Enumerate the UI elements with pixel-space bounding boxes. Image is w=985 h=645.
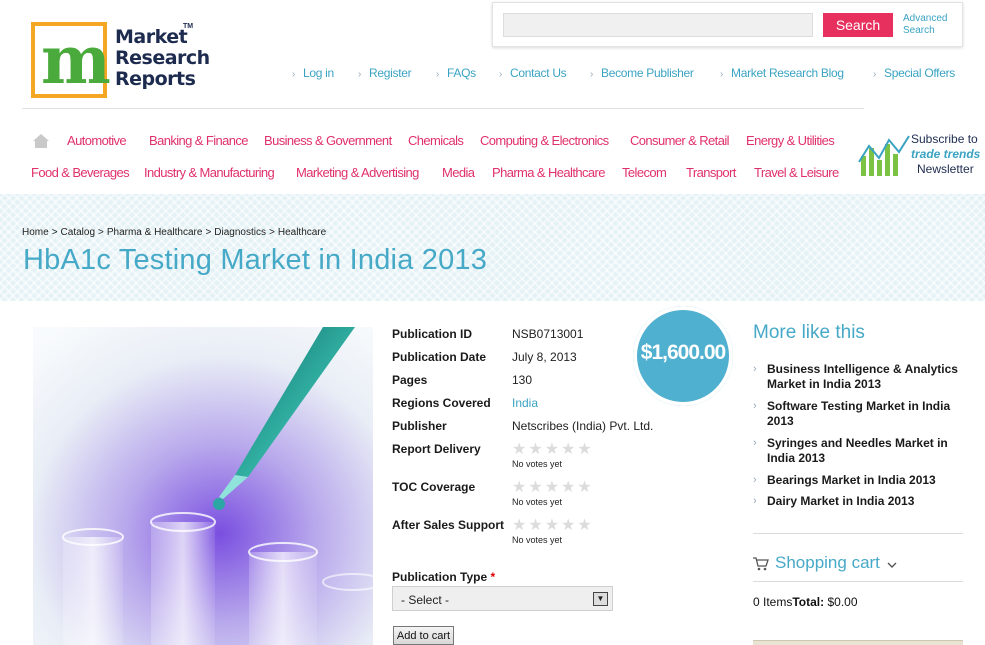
publication-type-selected: - Select - [401, 593, 450, 607]
after-sales-rating-stars[interactable]: ★★★★★ [512, 518, 594, 534]
category-food-beverages[interactable]: Food & Beverages [31, 165, 130, 180]
newsletter-line3: Newsletter [917, 162, 974, 176]
category-automotive[interactable]: Automotive [67, 133, 127, 148]
related-report-link[interactable]: Business Intelligence & Analytics Market… [753, 362, 958, 392]
category-energy-utilities[interactable]: Energy & Utilities [746, 133, 835, 148]
page-title: HbA1c Testing Market in India 2013 [23, 244, 488, 276]
category-industry-manufacturing[interactable]: Industry & Manufacturing [144, 165, 275, 180]
newsletter-line1: Subscribe to [911, 132, 978, 146]
publication-type-label: Publication Type * [392, 570, 496, 584]
required-marker: * [490, 570, 496, 584]
login-link[interactable]: Log in [292, 66, 334, 80]
category-travel-leisure[interactable]: Travel & Leisure [754, 165, 839, 180]
regions-label: Regions Covered [392, 396, 491, 410]
regions-link[interactable]: India [512, 396, 538, 410]
logo-wordmark: Market Research Reports [115, 26, 210, 90]
cart-total-value: $0.00 [827, 595, 858, 609]
sidebar-divider [753, 533, 963, 534]
cart-total-label: Total: [792, 595, 825, 609]
after-sales-votes: No votes yet [512, 535, 563, 545]
category-business-government[interactable]: Business & Government [264, 133, 392, 148]
newsletter-line2: trade trends [911, 147, 981, 161]
home-icon[interactable] [32, 133, 50, 149]
publication-date-value: July 8, 2013 [512, 350, 577, 364]
publication-type-select[interactable]: - Select - ▼ [392, 586, 613, 611]
related-report-link[interactable]: Dairy Market in India 2013 [753, 494, 958, 509]
cart-summary: 0 ItemsTotal: $0.00 [753, 595, 858, 609]
category-pharma-healthcare[interactable]: Pharma & Healthcare [492, 165, 605, 180]
category-consumer-retail[interactable]: Consumer & Retail [630, 133, 730, 148]
dropdown-arrow-icon[interactable]: ▼ [593, 592, 608, 606]
cart-footer-strip [753, 640, 963, 645]
register-link[interactable]: Register [358, 66, 412, 80]
more-like-this-title: More like this [753, 322, 865, 343]
advanced-search-link[interactable]: Advanced Search [903, 13, 963, 37]
category-marketing-advertising[interactable]: Marketing & Advertising [296, 165, 419, 180]
toc-coverage-votes: No votes yet [512, 497, 563, 507]
related-report-link[interactable]: Software Testing Market in India 2013 [753, 399, 958, 429]
publication-date-label: Publication Date [392, 350, 487, 364]
breadcrumb-diagnostics[interactable]: Diagnostics [214, 227, 266, 238]
pages-value: 130 [512, 373, 533, 387]
publication-id-label: Publication ID [392, 327, 473, 341]
category-computing-electronics[interactable]: Computing & Electronics [480, 133, 609, 148]
pages-label: Pages [392, 373, 428, 387]
breadcrumb-home[interactable]: Home [22, 227, 49, 238]
breadcrumb-pharma-healthcare[interactable]: Pharma & Healthcare [107, 227, 203, 238]
category-chemicals[interactable]: Chemicals [408, 133, 464, 148]
price-value: $1,600.00 [640, 341, 726, 364]
report-delivery-votes: No votes yet [512, 459, 563, 469]
publisher-label: Publisher [392, 419, 447, 433]
category-banking-finance[interactable]: Banking & Finance [149, 133, 249, 148]
report-delivery-rating-stars[interactable]: ★★★★★ [512, 442, 594, 458]
breadcrumb-catalog[interactable]: Catalog [61, 227, 95, 238]
price-badge: $1,600.00 [633, 306, 733, 406]
cart-item-count: 0 Items [753, 595, 793, 609]
breadcrumb: Home > Catalog > Pharma & Healthcare > Diagnos… [22, 227, 327, 238]
publication-id-value: NSB0713001 [512, 327, 584, 341]
logo-trademark: TM [183, 23, 194, 30]
shopping-cart-title[interactable]: Shopping cart [775, 553, 880, 573]
search-input[interactable] [503, 13, 813, 37]
sidebar-divider [753, 581, 963, 582]
chevron-down-icon[interactable] [887, 562, 897, 568]
category-transport[interactable]: Transport [686, 165, 736, 180]
category-media[interactable]: Media [442, 165, 475, 180]
related-report-link[interactable]: Syringes and Needles Market in India 201… [753, 436, 958, 466]
cart-icon [753, 557, 769, 571]
newsletter-subscribe-banner[interactable]: Subscribe to trade trends Newsletter [857, 130, 985, 178]
toc-coverage-rating-stars[interactable]: ★★★★★ [512, 480, 594, 496]
contact-us-link[interactable]: Contact Us [499, 66, 567, 80]
search-button[interactable]: Search [823, 13, 893, 37]
special-offers-link[interactable]: Special Offers [873, 66, 955, 80]
add-to-cart-button[interactable]: Add to cart [393, 626, 454, 645]
publisher-value: Netscribes (India) Pvt. Ltd. [512, 419, 654, 433]
toc-coverage-label: TOC Coverage [392, 480, 476, 494]
product-image [33, 327, 373, 645]
blog-link[interactable]: Market Research Blog [720, 66, 844, 80]
after-sales-label: After Sales Support [392, 518, 505, 532]
breadcrumb-healthcare[interactable]: Healthcare [278, 227, 326, 238]
logo-mark: m [31, 21, 111, 99]
search-panel: Search Advanced Search [492, 2, 963, 47]
related-report-link[interactable]: Bearings Market in India 2013 [753, 473, 958, 488]
site-logo[interactable]: m Market Research Reports TM [31, 20, 210, 100]
category-telecom[interactable]: Telecom [622, 165, 667, 180]
header-divider [22, 108, 864, 109]
faqs-link[interactable]: FAQs [436, 66, 476, 80]
trend-chart-icon [858, 135, 910, 176]
report-delivery-label: Report Delivery [392, 442, 481, 456]
become-publisher-link[interactable]: Become Publisher [590, 66, 694, 80]
